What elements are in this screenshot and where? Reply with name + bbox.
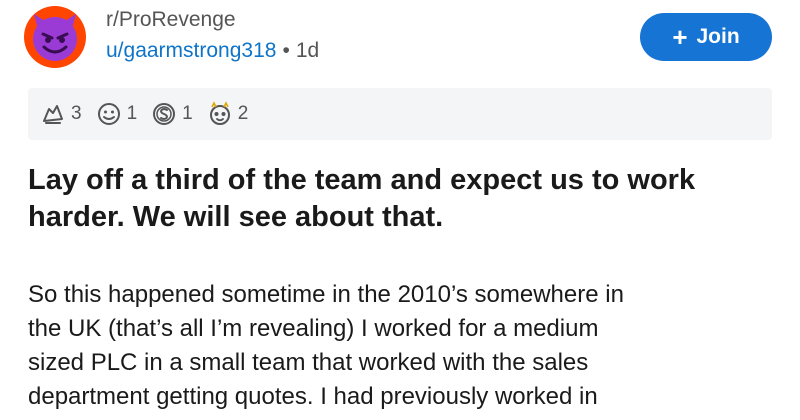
awards-bar[interactable]: 3 1 1 2 xyxy=(28,88,772,140)
plus-icon: + xyxy=(672,22,688,52)
award-silver-icon xyxy=(153,103,176,125)
author-line: u/gaarmstrong318 • 1d xyxy=(106,36,319,66)
devil-face-icon xyxy=(33,14,77,61)
meta-separator: • xyxy=(282,39,290,62)
post-body-line: department getting quotes. I had previou… xyxy=(28,383,598,410)
post-age: 1d xyxy=(295,39,320,62)
award-count: 3 xyxy=(71,103,82,124)
join-label: Join xyxy=(696,25,740,48)
post-body-line: the UK (that’s all I’m revealing) I work… xyxy=(28,315,599,342)
award-face-icon xyxy=(97,103,120,125)
award-item[interactable]: 3 xyxy=(40,101,82,127)
post-header: r/ProRevenge u/gaarmstrong318 • 1d + Join xyxy=(0,0,800,82)
author-username[interactable]: u/gaarmstrong318 xyxy=(106,39,276,62)
award-item[interactable]: 2 xyxy=(207,101,249,127)
join-button[interactable]: + Join xyxy=(640,13,772,61)
post-meta: r/ProRevenge u/gaarmstrong318 • 1d xyxy=(106,6,319,66)
subreddit-name[interactable]: r/ProRevenge xyxy=(106,6,319,34)
post-body-line: So this happened sometime in the 2010’s … xyxy=(28,281,624,308)
award-item[interactable]: 1 xyxy=(96,101,138,127)
post-title[interactable]: Lay off a third of the team and expect u… xyxy=(28,162,778,236)
award-count: 1 xyxy=(182,103,193,124)
award-hands-icon xyxy=(43,105,63,124)
award-count: 1 xyxy=(126,103,138,124)
post-body-line: sized PLC in a small team that worked wi… xyxy=(28,349,589,376)
post-body: So this happened sometime in the 2010’s … xyxy=(28,278,788,414)
award-item[interactable]: 1 xyxy=(151,101,193,127)
award-wholesome-icon xyxy=(209,101,230,125)
award-count: 2 xyxy=(237,103,249,124)
subreddit-avatar[interactable] xyxy=(24,6,86,68)
